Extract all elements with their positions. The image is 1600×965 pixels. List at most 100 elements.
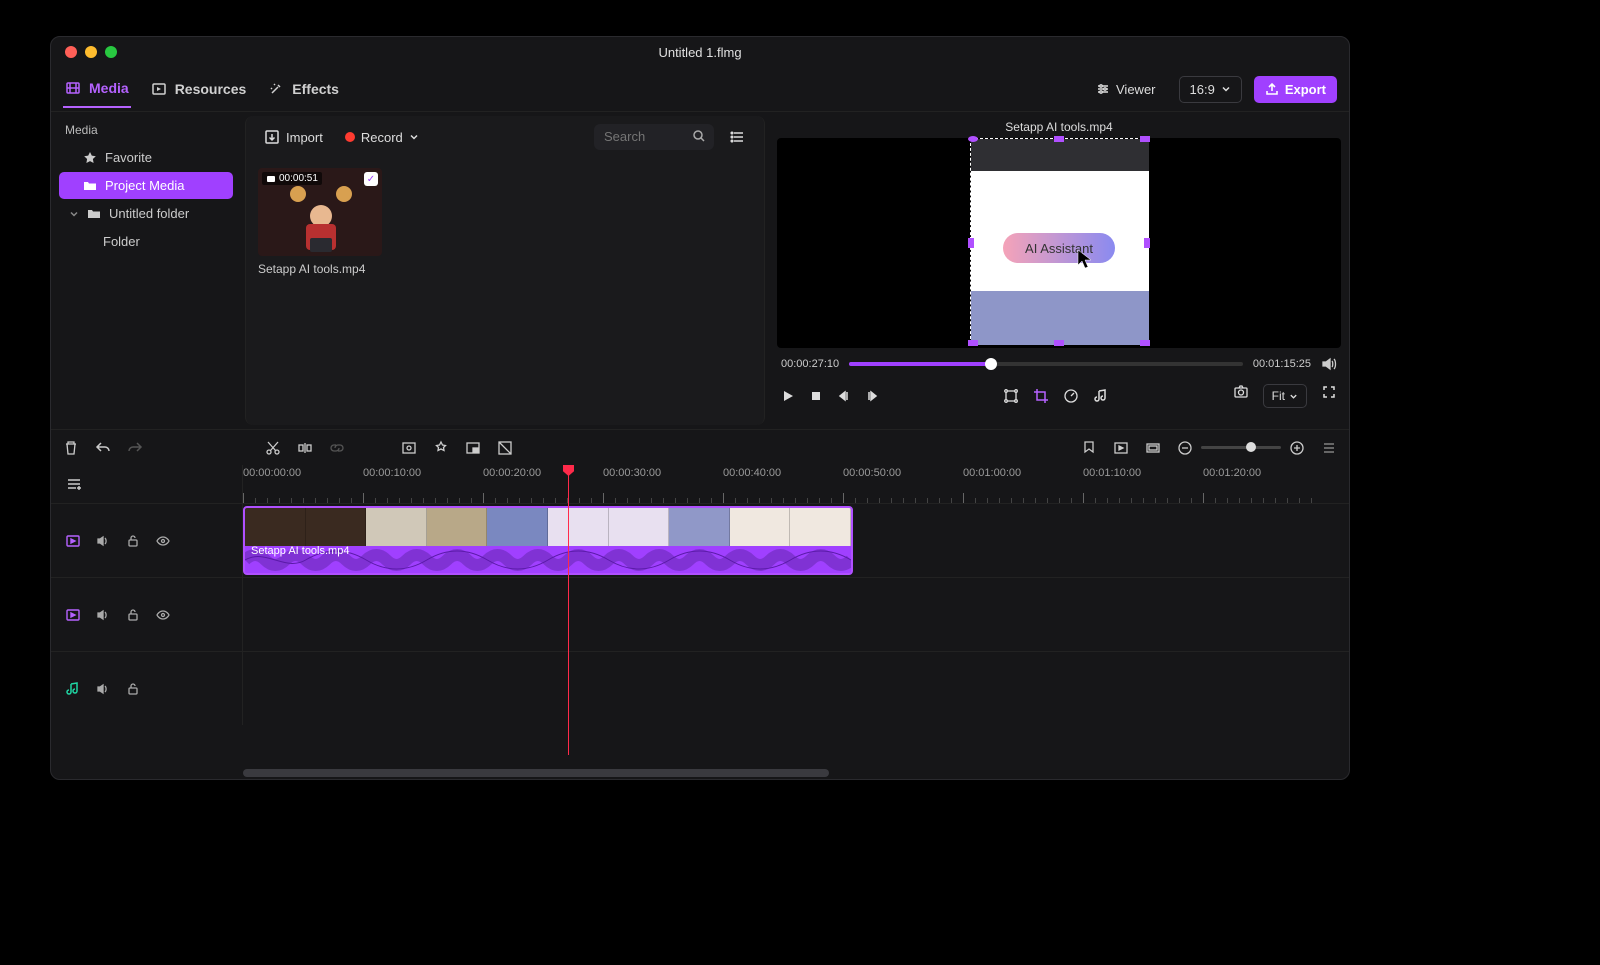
visibility-button[interactable] [155, 533, 171, 549]
minimize-window-button[interactable] [85, 46, 97, 58]
clip-thumbnail[interactable]: 00:00:51 ✓ [258, 168, 382, 256]
pip-button[interactable] [465, 440, 481, 456]
lock-button[interactable] [125, 681, 141, 697]
selection-box[interactable]: AI Assistant [970, 138, 1148, 344]
sidebar-item-project-media[interactable]: Project Media [59, 172, 233, 199]
zoom-out-button[interactable] [1177, 440, 1193, 456]
track-lane[interactable] [243, 578, 1349, 651]
tab-effects-label: Effects [292, 81, 339, 97]
preview-canvas[interactable]: AI Assistant [777, 138, 1341, 348]
scrollbar-thumb[interactable] [243, 769, 829, 777]
tab-resources[interactable]: Resources [149, 71, 249, 107]
search-input[interactable] [604, 129, 684, 144]
audio-track-icon[interactable] [65, 681, 81, 697]
undo-button[interactable] [95, 440, 111, 456]
export-button[interactable]: Export [1254, 76, 1337, 103]
title-bar: Untitled 1.flmg [51, 37, 1349, 67]
tab-media[interactable]: Media [63, 70, 131, 108]
sidebar-item-untitled-folder[interactable]: Untitled folder [59, 200, 233, 227]
mute-button[interactable] [95, 607, 111, 623]
audio-button[interactable] [1093, 388, 1109, 404]
viewer-panel: Setapp AI tools.mp4 AI Assistant [769, 112, 1349, 429]
aspect-ratio-dropdown[interactable]: 16:9 [1179, 76, 1242, 103]
media-sidebar: Media Favorite Project Media Untitled fo… [51, 112, 241, 429]
track-lane[interactable] [243, 652, 1349, 725]
video-track-icon[interactable] [65, 533, 81, 549]
visibility-button[interactable] [155, 607, 171, 623]
stop-button[interactable] [809, 389, 823, 403]
sidebar-item-favorite[interactable]: Favorite [59, 144, 233, 171]
ruler-label: 00:01:10:00 [1083, 467, 1141, 479]
prev-frame-button[interactable] [837, 389, 851, 403]
safe-area-button[interactable] [1145, 440, 1161, 456]
sidebar-item-folder[interactable]: Folder [59, 228, 233, 255]
record-label: Record [361, 130, 403, 145]
scrub-bar[interactable] [849, 362, 1243, 366]
maximize-window-button[interactable] [105, 46, 117, 58]
right-toolbar: Viewer 16:9 Export [1085, 76, 1337, 103]
timeline-toolbar [51, 429, 1349, 465]
chevron-down-icon [409, 132, 419, 142]
zoom-fit-dropdown[interactable]: Fit [1263, 384, 1307, 408]
folder-icon [87, 207, 101, 221]
lock-button[interactable] [125, 607, 141, 623]
marker-button[interactable] [1081, 440, 1097, 456]
traffic-lights [51, 46, 117, 58]
delete-button[interactable] [63, 440, 79, 456]
viewer-button[interactable]: Viewer [1085, 76, 1167, 103]
play-button[interactable] [781, 389, 795, 403]
track-lane[interactable]: Setapp AI tools.mp4 [243, 504, 1349, 577]
import-button[interactable]: Import [258, 125, 329, 149]
fullscreen-button[interactable] [1321, 384, 1337, 408]
split-button[interactable] [297, 440, 313, 456]
transport-row: Fit [777, 380, 1341, 416]
match-frame-button[interactable] [1113, 440, 1129, 456]
search-input-wrapper [594, 124, 714, 150]
tab-resources-label: Resources [175, 81, 247, 97]
freeze-frame-button[interactable] [401, 440, 417, 456]
timeline-scrollbar[interactable] [243, 769, 1329, 777]
mask-button[interactable] [497, 440, 513, 456]
chevron-down-icon [1221, 84, 1231, 94]
track-row-video-1: Setapp AI tools.mp4 [51, 503, 1349, 577]
lock-button[interactable] [125, 533, 141, 549]
track-options-button[interactable] [1321, 440, 1337, 456]
add-track-button-cell [51, 465, 243, 503]
zoom-slider[interactable] [1201, 446, 1281, 449]
transform-button[interactable] [1003, 388, 1019, 404]
chevron-down-icon [1289, 392, 1298, 401]
aspect-label: 16:9 [1190, 82, 1215, 97]
video-track-icon[interactable] [65, 607, 81, 623]
scrub-handle[interactable] [985, 358, 997, 370]
add-track-button[interactable] [65, 475, 83, 493]
crop-button[interactable] [1033, 388, 1049, 404]
timeline-clip[interactable]: Setapp AI tools.mp4 [243, 506, 853, 575]
volume-icon[interactable] [1321, 356, 1337, 372]
cut-button[interactable] [265, 440, 281, 456]
mute-button[interactable] [95, 533, 111, 549]
ruler-label: 00:00:30:00 [603, 467, 661, 479]
ruler-row: 00:00:00:0000:00:10:0000:00:20:0000:00:3… [51, 465, 1349, 503]
redo-button[interactable] [127, 440, 143, 456]
timeline-ruler[interactable]: 00:00:00:0000:00:10:0000:00:20:0000:00:3… [243, 465, 1349, 503]
close-window-button[interactable] [65, 46, 77, 58]
tab-effects[interactable]: Effects [266, 71, 341, 107]
sidebar-item-label: Untitled folder [109, 206, 189, 221]
speed-button[interactable] [1063, 388, 1079, 404]
clip-label: Setapp AI tools.mp4 [251, 545, 349, 557]
total-timecode: 00:01:15:25 [1253, 358, 1311, 370]
next-frame-button[interactable] [865, 389, 879, 403]
star-icon [83, 151, 97, 165]
snapshot-button[interactable] [1233, 384, 1249, 408]
zoom-in-button[interactable] [1289, 440, 1305, 456]
list-view-button[interactable] [724, 125, 752, 149]
ruler-label: 00:00:10:00 [363, 467, 421, 479]
effects-button[interactable] [433, 440, 449, 456]
track-head [51, 504, 243, 577]
ruler-label: 00:00:40:00 [723, 467, 781, 479]
clip-card[interactable]: 00:00:51 ✓ Setapp AI tools.mp4 [258, 168, 382, 276]
link-button[interactable] [329, 440, 345, 456]
zoom-handle[interactable] [1246, 442, 1256, 452]
record-button[interactable]: Record [339, 126, 425, 149]
mute-button[interactable] [95, 681, 111, 697]
